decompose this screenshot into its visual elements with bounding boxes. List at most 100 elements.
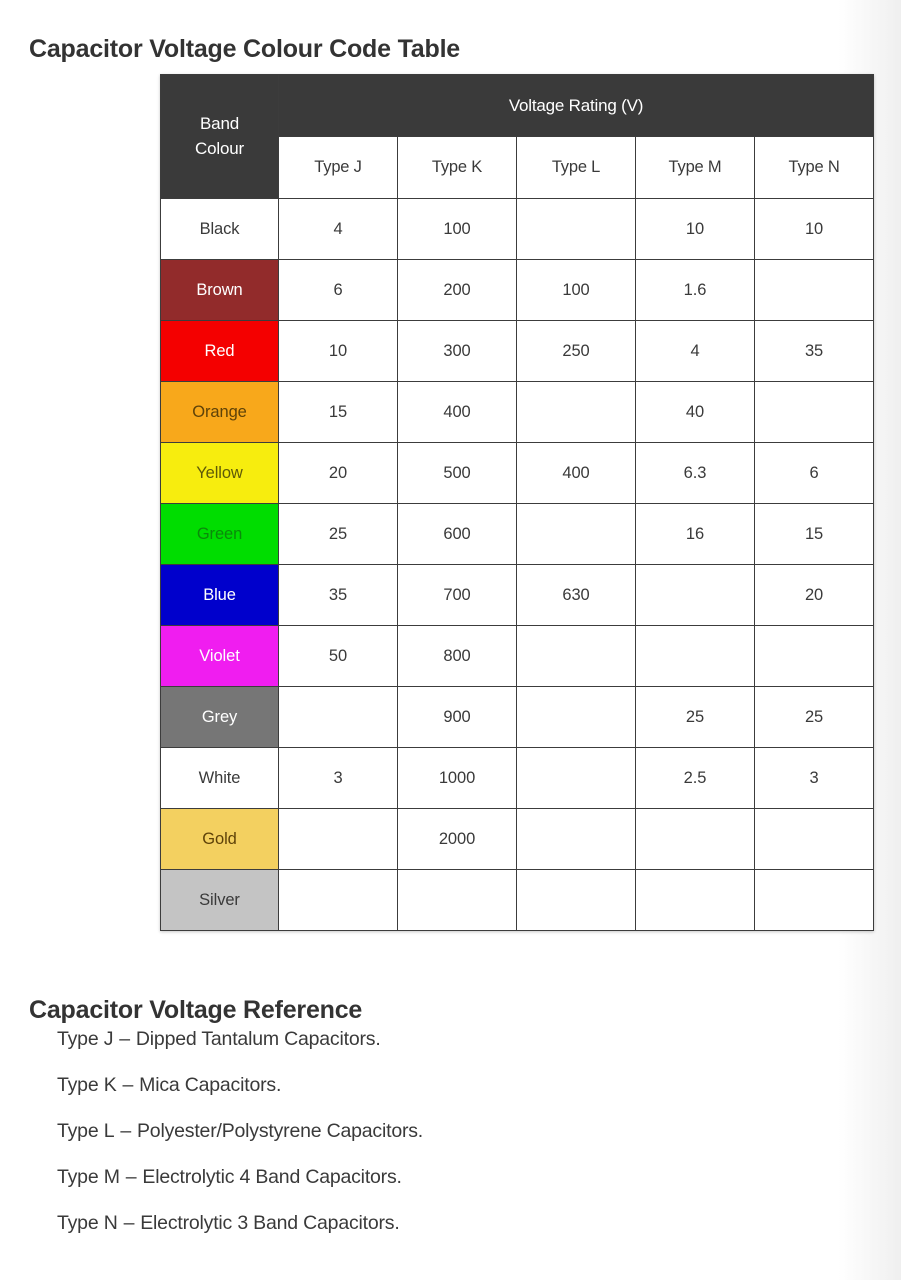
voltage-value-cell: 4: [635, 320, 755, 382]
reference-type-label: Type N: [57, 1212, 118, 1234]
voltage-value-cell: 400: [397, 381, 517, 443]
voltage-value-cell: [753, 808, 875, 870]
reference-type-label: Type K: [57, 1074, 117, 1096]
voltage-value-cell: 6: [278, 259, 398, 321]
voltage-value-cell: 400: [516, 442, 636, 504]
table-header-row-group: Band Colour Voltage Rating (V): [160, 74, 875, 199]
table-row: Violet 50 800: [160, 625, 875, 687]
table-header: Band Colour Voltage Rating (V) Type J Ty…: [160, 74, 875, 199]
reference-list-item: Type K – Mica Capacitors.: [57, 1074, 817, 1097]
band-colour-cell: Gold: [160, 808, 279, 870]
capacitor-voltage-reference-list: Type J – Dipped Tantalum Capacitors. Type K…: [57, 1028, 817, 1258]
voltage-value-cell: [516, 198, 636, 260]
table-row: Brown 6 200 100 1.6: [160, 259, 875, 321]
voltage-value-cell: 10: [753, 198, 875, 260]
capacitor-voltage-colour-code-table: Band Colour Voltage Rating (V) Type J Ty…: [160, 74, 875, 931]
voltage-value-cell: 25: [635, 686, 755, 748]
table-row: Black 4 100 10 10: [160, 198, 875, 260]
voltage-value-cell: [635, 869, 755, 931]
type-header-n: Type N: [753, 136, 875, 199]
voltage-value-cell: [635, 625, 755, 687]
voltage-value-cell: [516, 869, 636, 931]
type-header-k: Type K: [397, 136, 517, 199]
band-colour-header: Band Colour: [160, 74, 279, 199]
voltage-value-cell: 4: [278, 198, 398, 260]
reference-type-label: Type L: [57, 1120, 115, 1142]
voltage-value-cell: 100: [516, 259, 636, 321]
reference-list-item: Type L – Polyester/Polystyrene Capacitors.: [57, 1120, 817, 1143]
voltage-value-cell: [753, 259, 875, 321]
voltage-value-cell: 800: [397, 625, 517, 687]
reference-list-item: Type M – Electrolytic 4 Band Capacitors.: [57, 1166, 817, 1189]
voltage-value-cell: 300: [397, 320, 517, 382]
voltage-value-cell: 1.6: [635, 259, 755, 321]
voltage-value-cell: 20: [753, 564, 875, 626]
voltage-value-cell: [397, 869, 517, 931]
voltage-value-cell: [753, 381, 875, 443]
band-colour-cell: Orange: [160, 381, 279, 443]
band-colour-header-line2: Colour: [195, 138, 244, 158]
voltage-value-cell: 10: [278, 320, 398, 382]
reference-dash: –: [119, 1028, 130, 1050]
reference-dash: –: [120, 1120, 131, 1142]
reference-description: Dipped Tantalum Capacitors.: [135, 1028, 381, 1050]
type-header-j: Type J: [278, 136, 398, 199]
voltage-value-cell: [516, 503, 636, 565]
voltage-value-cell: 3: [753, 747, 875, 809]
reference-dash: –: [123, 1212, 135, 1234]
voltage-value-cell: 630: [516, 564, 636, 626]
voltage-value-cell: 25: [278, 503, 398, 565]
voltage-value-cell: [278, 686, 398, 748]
voltage-rating-header: Voltage Rating (V): [277, 74, 875, 137]
reference-description: Polyester/Polystyrene Capacitors.: [137, 1120, 424, 1142]
voltage-value-cell: [278, 808, 398, 870]
table-row: Grey 900 25 25: [160, 686, 875, 748]
voltage-value-cell: [753, 625, 875, 687]
voltage-value-cell: 600: [397, 503, 517, 565]
voltage-value-cell: 700: [397, 564, 517, 626]
page-root: Capacitor Voltage Colour Code Table Band…: [0, 0, 901, 1280]
reference-list-item: Type J – Dipped Tantalum Capacitors.: [57, 1028, 817, 1051]
band-colour-cell: Black: [160, 198, 279, 260]
voltage-value-cell: 1000: [397, 747, 517, 809]
reference-type-label: Type M: [57, 1166, 120, 1188]
capacitor-voltage-table-container: Band Colour Voltage Rating (V) Type J Ty…: [160, 74, 875, 931]
voltage-value-cell: [635, 808, 755, 870]
voltage-value-cell: 500: [397, 442, 517, 504]
voltage-value-cell: [516, 625, 636, 687]
voltage-value-cell: 15: [753, 503, 875, 565]
voltage-value-cell: 6.3: [635, 442, 755, 504]
band-colour-cell: Violet: [160, 625, 279, 687]
voltage-value-cell: 40: [635, 381, 755, 443]
voltage-value-cell: [753, 869, 875, 931]
voltage-value-cell: 250: [516, 320, 636, 382]
table-row: Orange 15 400 40: [160, 381, 875, 443]
voltage-value-cell: 16: [635, 503, 755, 565]
voltage-value-cell: 200: [397, 259, 517, 321]
voltage-value-cell: [516, 381, 636, 443]
page-title: Capacitor Voltage Colour Code Table: [29, 34, 461, 63]
band-colour-cell: Green: [160, 503, 279, 565]
band-colour-cell: Yellow: [160, 442, 279, 504]
band-colour-cell: Red: [160, 320, 279, 382]
voltage-value-cell: 2000: [397, 808, 517, 870]
voltage-value-cell: 10: [635, 198, 755, 260]
voltage-value-cell: 35: [753, 320, 875, 382]
table-body: Black 4 100 10 10 Brown 6 200 100 1.6 Red 10 300 250 4…: [160, 198, 875, 931]
table-row: Blue 35 700 630 20: [160, 564, 875, 626]
voltage-value-cell: 2.5: [635, 747, 755, 809]
voltage-value-cell: [516, 747, 636, 809]
reference-description: Mica Capacitors.: [139, 1074, 282, 1096]
table-row: Green 25 600 16 15: [160, 503, 875, 565]
band-colour-header-line1: Band: [200, 113, 239, 133]
band-colour-cell: White: [160, 747, 279, 809]
voltage-value-cell: [516, 808, 636, 870]
band-colour-cell: Brown: [160, 259, 279, 321]
table-row: Yellow 20 500 400 6.3 6: [160, 442, 875, 504]
voltage-value-cell: 100: [397, 198, 517, 260]
band-colour-cell: Silver: [160, 869, 279, 931]
voltage-value-cell: 25: [753, 686, 875, 748]
voltage-value-cell: 50: [278, 625, 398, 687]
band-colour-cell: Blue: [160, 564, 279, 626]
type-header-m: Type M: [635, 136, 755, 199]
